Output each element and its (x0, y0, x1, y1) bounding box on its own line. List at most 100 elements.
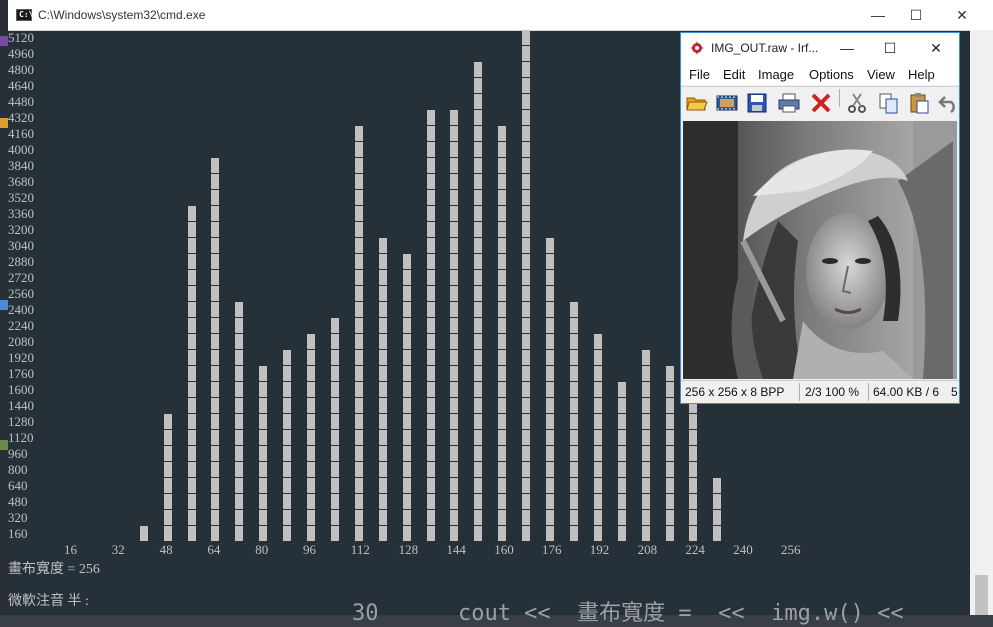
print-icon[interactable] (777, 91, 801, 115)
y-axis-label: 4480 (8, 94, 34, 109)
histogram-bar (354, 126, 363, 542)
open-folder-icon[interactable] (685, 91, 709, 115)
status-overflow: 5 (951, 385, 958, 399)
x-axis-label: 208 (637, 542, 658, 557)
y-axis-label: 2240 (8, 318, 34, 333)
maximize-button[interactable]: ☐ (893, 0, 939, 30)
save-icon[interactable] (745, 91, 769, 115)
histogram-bar (689, 382, 698, 542)
x-axis-label: 224 (685, 542, 705, 557)
y-axis-label: 1280 (8, 414, 34, 429)
canvas-width-line: 畫布寬度 = 256 (8, 562, 100, 577)
x-axis-label: 80 (255, 542, 269, 557)
menu-file[interactable]: File (689, 67, 710, 82)
y-axis-label: 2560 (8, 286, 34, 301)
y-axis-label: 800 (8, 462, 28, 477)
scrollbar-thumb[interactable] (975, 575, 988, 615)
histogram-bar (211, 158, 220, 542)
vertical-scrollbar[interactable] (970, 30, 993, 615)
irfanview-logo-icon (690, 41, 704, 55)
background-editor-code: 30 cout << 畫布寬度 = << img.w() << (352, 601, 904, 626)
y-axis-label: 480 (8, 494, 28, 509)
edge-swatch (0, 36, 8, 46)
cmd-window-title: C:\Windows\system32\cmd.exe (38, 8, 206, 22)
y-axis-label: 4160 (8, 126, 34, 141)
delete-icon[interactable] (809, 91, 833, 115)
iv-close-button[interactable]: ✕ (913, 33, 959, 63)
image-canvas[interactable] (683, 121, 957, 379)
histogram-bar (641, 350, 650, 542)
status-separator (799, 383, 800, 401)
iv-minimize-button[interactable]: — (824, 33, 870, 63)
y-axis-label: 640 (8, 478, 28, 493)
x-axis-label: 32 (111, 542, 125, 557)
edge-swatch (0, 118, 8, 128)
slideshow-icon[interactable] (715, 91, 739, 115)
status-dimensions: 256 x 256 x 8 BPP (685, 385, 785, 399)
histogram-bar (498, 126, 507, 542)
cmd-titlebar[interactable]: C:\ C:\Windows\system32\cmd.exe — ☐ ✕ (8, 0, 993, 31)
y-axis-label: 2880 (8, 254, 34, 269)
histogram-bar (163, 414, 172, 542)
desktop-edge (0, 0, 8, 615)
histogram-bar (259, 366, 268, 542)
histogram-bar (330, 318, 339, 542)
menu-view[interactable]: View (867, 67, 895, 82)
histogram-bar (546, 238, 554, 542)
y-axis-label: 3200 (8, 222, 34, 237)
y-axis-label: 4960 (8, 46, 34, 61)
y-axis-label: 4640 (8, 78, 34, 93)
histogram-bar (569, 302, 578, 542)
status-bar: 256 x 256 x 8 BPP 2/3 100 % 64.00 KB / 6… (681, 380, 959, 403)
histogram-bar (522, 30, 531, 542)
y-axis-label: 3840 (8, 158, 34, 173)
histogram-bar (713, 478, 722, 542)
menu-edit[interactable]: Edit (723, 67, 745, 82)
x-axis-label: 256 (781, 542, 801, 557)
x-axis-label: 16 (64, 542, 77, 557)
histogram-bar (402, 254, 411, 542)
menu-image[interactable]: Image (758, 67, 794, 82)
paste-icon[interactable] (907, 91, 931, 115)
undo-icon[interactable] (937, 91, 961, 115)
toolbar-separator (839, 89, 840, 107)
histogram-bar (235, 302, 244, 542)
portrait-image (683, 121, 957, 379)
histogram-bar (187, 206, 196, 542)
iv-maximize-button[interactable]: ☐ (867, 33, 913, 63)
irfanview-titlebar[interactable]: IMG_OUT.raw - Irf... — ☐ ✕ (681, 33, 959, 63)
y-axis-label: 1760 (8, 366, 34, 381)
status-index-zoom: 2/3 100 % (805, 385, 860, 399)
y-axis-label: 1600 (8, 382, 34, 397)
y-axis-label: 4320 (8, 110, 34, 125)
x-axis-label: 144 (446, 542, 466, 557)
edge-swatch (0, 440, 8, 450)
histogram-bar (665, 366, 674, 542)
x-axis-label: 112 (350, 542, 370, 557)
x-axis-label: 176 (542, 542, 562, 557)
menu-help[interactable]: Help (908, 67, 935, 82)
close-button[interactable]: ✕ (939, 0, 985, 30)
x-axis-label: 192 (589, 542, 610, 557)
x-axis-label: 128 (398, 542, 419, 557)
histogram-bar (450, 110, 459, 542)
cut-icon[interactable] (845, 91, 869, 115)
menu-options[interactable]: Options (809, 67, 854, 82)
y-axis-label: 2720 (8, 270, 34, 285)
histogram-bar (617, 382, 626, 542)
histogram-bar (378, 238, 387, 542)
histogram-bar (593, 334, 602, 542)
y-axis-label: 960 (8, 446, 28, 461)
ime-status-line: 微軟注音 半 : (8, 594, 89, 609)
histogram-bar (139, 526, 148, 542)
histogram-bar (426, 110, 435, 542)
y-axis-label: 2400 (8, 302, 34, 317)
irfanview-window: IMG_OUT.raw - Irf... — ☐ ✕ File Edit Ima… (680, 32, 960, 404)
histogram-bar (474, 62, 483, 542)
copy-icon[interactable] (877, 91, 901, 115)
edge-swatch (0, 300, 8, 310)
y-axis-label: 3040 (8, 238, 34, 253)
toolbar (681, 86, 959, 119)
y-axis-label: 1440 (8, 398, 34, 413)
status-separator (868, 383, 869, 401)
